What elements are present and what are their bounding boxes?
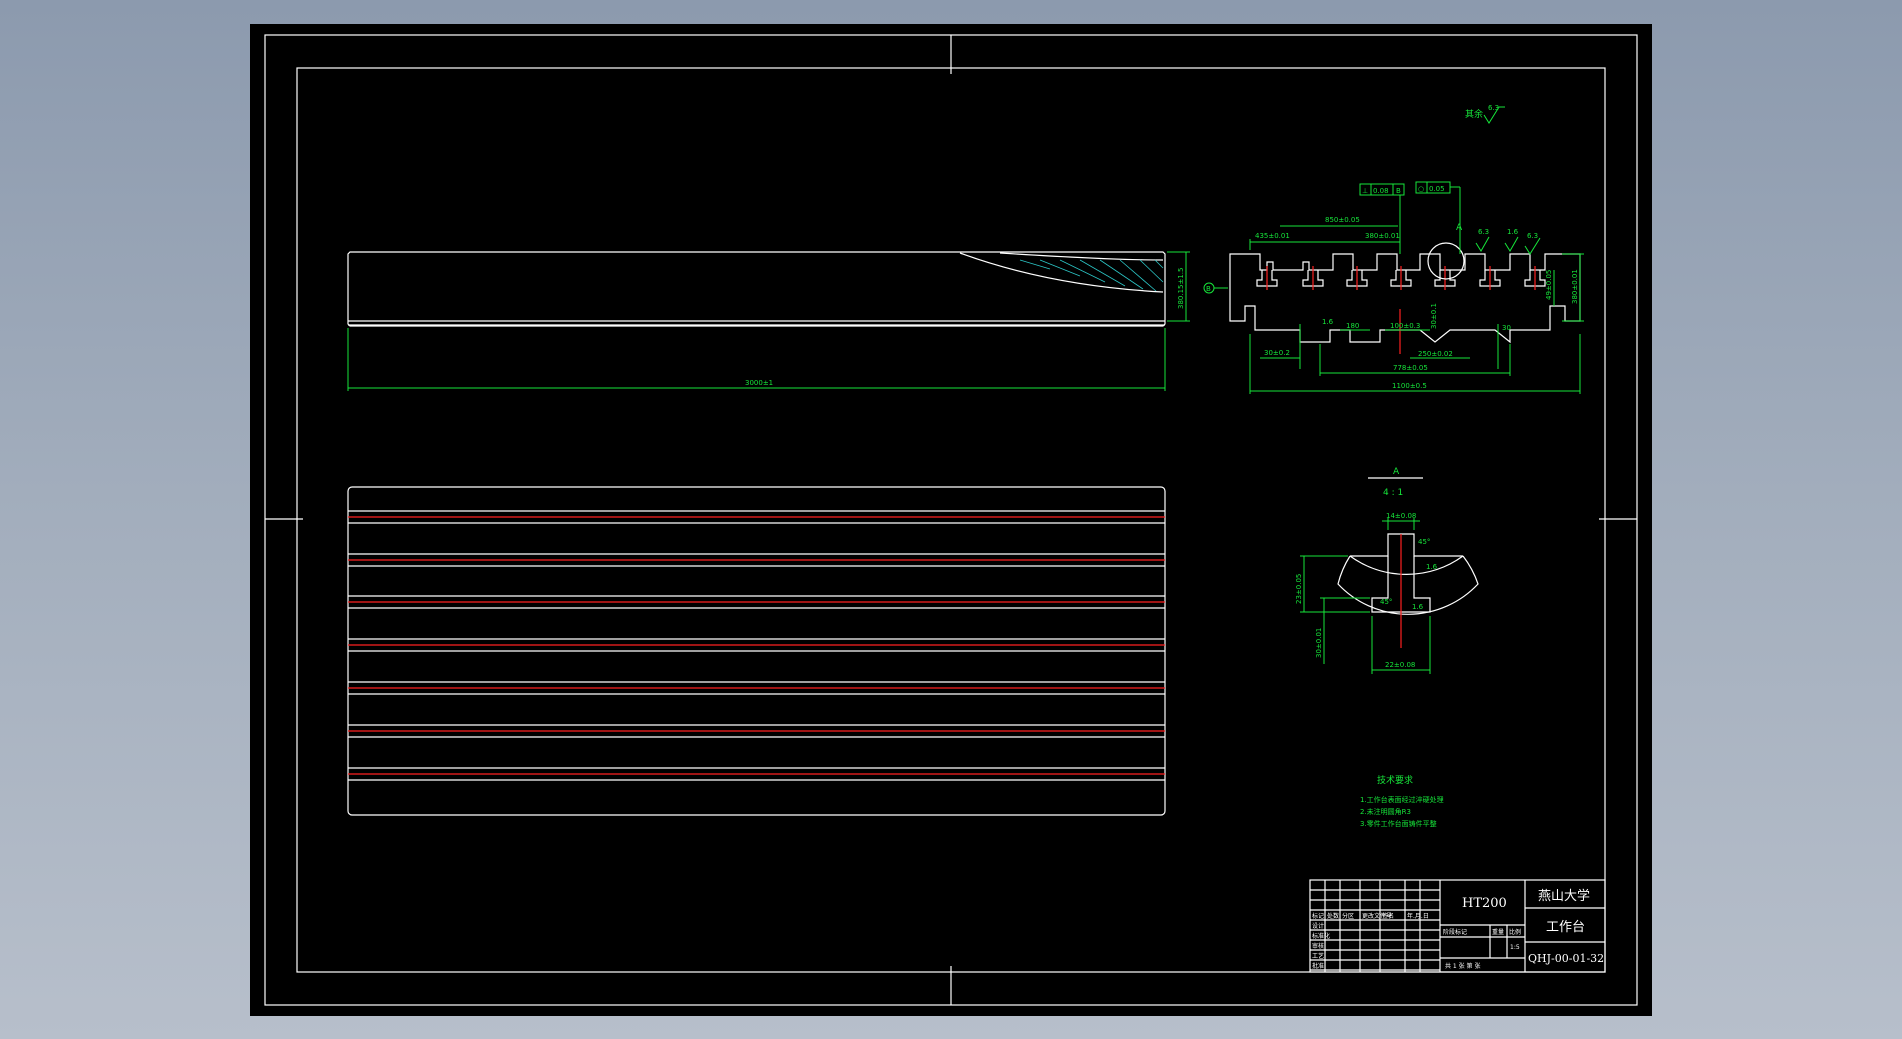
flatness-symbol: ⊥ [1362, 187, 1368, 195]
cad-drawing-canvas: 3000±1 380.15±1.5 850±0.05 435±0.01 380±… [264, 34, 1638, 1006]
roughness-right-2: 1.6 [1507, 228, 1519, 236]
detail-angle-2: 45° [1380, 598, 1392, 606]
dim-bottom-3: 100±0.3 [1390, 322, 1420, 330]
tb-row-label: 标准化 [1312, 932, 1330, 940]
title-block: HT200 燕山大学 工作台 QHJ-00-01-32 1:5 共 1 张 第 … [1309, 879, 1606, 973]
circularity-value: 0.05 [1429, 185, 1445, 193]
tb-header-label: 标记 [1312, 912, 1324, 920]
flatness-value: 0.08 [1373, 187, 1389, 195]
technical-notes: 技术要求 1.工作台表面经过淬硬处理 2.未注明圆角R3 3.零件工作台面铸件平… [1360, 774, 1444, 828]
tb-row-label: 工艺 [1312, 952, 1324, 960]
detail-mark-1: 1.6 [1426, 563, 1438, 571]
flatness-ref: B [1396, 187, 1401, 195]
roughness-label: 其余 [1465, 108, 1483, 120]
detail-title: A [1393, 467, 1400, 477]
detail-angle-1: 45° [1418, 538, 1430, 546]
part-name: 工作台 [1546, 920, 1585, 935]
dim-bottom-2: 180 [1346, 322, 1359, 330]
roughness-value: 6.3 [1488, 104, 1499, 112]
dim-right-inner: 49±0.05 [1545, 270, 1553, 300]
front-height-dim: 380.15±1.5 [1177, 268, 1185, 310]
top-view [347, 486, 1166, 816]
detail-mark-2: 1.6 [1412, 603, 1424, 611]
detail-dim-left-lower: 30±0.01 [1315, 628, 1323, 658]
dim-top-left: 435±0.01 [1255, 232, 1290, 240]
tb-header-label: 年.月.日 [1407, 912, 1429, 920]
tb-scale-label: 比例 [1509, 928, 1521, 936]
notes-line-1: 1.工作台表面经过淬硬处理 [1360, 795, 1444, 804]
detail-marker-a: A [1456, 223, 1463, 233]
detail-dim-left: 23±0.05 [1295, 574, 1303, 604]
detail-dim-top: 14±0.08 [1386, 512, 1416, 520]
tb-header-label: 签名 [1382, 912, 1394, 920]
tb-header-label: 处数 [1327, 912, 1339, 920]
front-length-dim: 3000±1 [745, 379, 773, 387]
tb-weight-label: 重量 [1492, 928, 1504, 936]
detail-scale: 4 : 1 [1383, 488, 1403, 498]
detail-dim-bottom: 22±0.08 [1385, 661, 1415, 669]
outer-frame [264, 34, 1638, 1006]
dim-bottom-overall: 1100±0.5 [1392, 382, 1427, 390]
roughness-right-1: 6.3 [1478, 228, 1489, 236]
dim-bottom-778: 778±0.05 [1393, 364, 1428, 372]
material: HT200 [1462, 896, 1507, 911]
dim-top-overall: 850±0.05 [1325, 216, 1360, 224]
tb-sheet: 共 1 张 第 张 [1445, 962, 1480, 970]
tb-row-label: 批准 [1312, 962, 1324, 970]
school-name: 燕山大学 [1538, 888, 1590, 904]
dim-right-height: 380±0.01 [1571, 269, 1579, 304]
dim-bottom-4: 30±0.1 [1430, 303, 1438, 329]
dim-bottom-6: 30 [1502, 324, 1511, 332]
datum-left: B [1206, 285, 1211, 293]
notes-line-2: 2.未注明圆角R3 [1360, 807, 1411, 816]
drawing-number: QHJ-00-01-32 [1528, 952, 1604, 965]
dim-bottom-1: 1.6 [1322, 318, 1334, 326]
tb-row-label: 审核 [1312, 942, 1324, 950]
roughness-right-3: 6.3 [1527, 232, 1538, 240]
inner-frame [296, 67, 1606, 973]
dim-bottom-left: 30±0.2 [1264, 349, 1290, 357]
notes-title: 技术要求 [1377, 774, 1413, 786]
tb-scale: 1:5 [1510, 944, 1520, 951]
drawing-sheet: 3000±1 380.15±1.5 850±0.05 435±0.01 380±… [250, 24, 1652, 1016]
tb-header-label: 分区 [1342, 912, 1354, 920]
tb-stage-label: 阶段标记 [1443, 928, 1467, 936]
notes-line-3: 3.零件工作台面铸件平整 [1360, 819, 1437, 828]
tb-row-label: 设计 [1312, 922, 1324, 930]
front-view: 3000±1 380.15±1.5 [347, 251, 1190, 391]
dim-bottom-5: 250±0.02 [1418, 350, 1453, 358]
circularity-symbol: ○ [1418, 185, 1424, 193]
detail-a-view: A 4 : 1 14±0.08 23±0.05 30±0.01 22±0.08 … [1295, 467, 1479, 674]
dim-top-right: 380±0.01 [1365, 232, 1400, 240]
cross-section-view: 850±0.05 435±0.01 380±0.01 ⊥ 0.08 B ○ 0.… [1203, 104, 1584, 394]
